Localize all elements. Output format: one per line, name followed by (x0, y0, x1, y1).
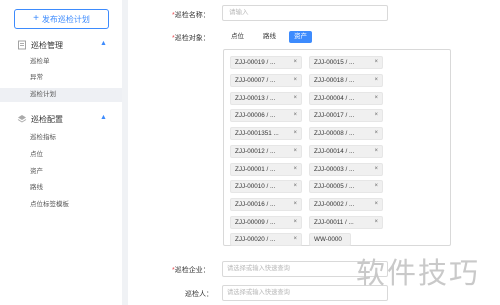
asset-tag: ZJJ-00009 / ... × (230, 216, 302, 229)
asset-tag: ZJJ-00008 / ... × (309, 127, 383, 140)
publish-plan-label: 发布巡检计划 (41, 14, 90, 24)
asset-tag: ZJJ-00017 / ... × (309, 109, 383, 122)
company-label: *巡检企业： (172, 267, 210, 274)
close-icon[interactable]: × (374, 199, 378, 210)
menu-group-inspection-config[interactable]: 巡检配置 ▲ (0, 110, 122, 128)
close-icon[interactable]: × (374, 57, 378, 68)
asset-tag: ZJJ-00020 / ... × (230, 233, 302, 246)
object-label: *巡检对象： (172, 35, 210, 42)
caret-up-icon: ▲ (100, 114, 107, 121)
asset-tag: ZJJ-00004 / ... × (309, 92, 383, 105)
active-item-highlight (0, 88, 122, 102)
asset-tag: ZJJ-00002 / ... × (309, 198, 383, 211)
menu-item-asset[interactable]: 资产 (30, 166, 43, 178)
document-icon (18, 40, 26, 50)
publish-plan-button[interactable]: + 发布巡检计划 (14, 9, 109, 29)
close-icon[interactable]: × (374, 110, 378, 121)
close-icon[interactable]: × (293, 217, 297, 228)
watermark-text: 软件技巧 (356, 256, 481, 290)
close-icon[interactable]: × (374, 217, 378, 228)
name-label: *巡检名称： (172, 12, 210, 19)
menu-item-point[interactable]: 点位 (30, 149, 43, 161)
close-icon[interactable]: × (293, 75, 297, 86)
menu-item-route[interactable]: 路线 (30, 182, 43, 194)
menu-group-label: 巡检配置 (31, 114, 63, 124)
close-icon[interactable]: × (374, 146, 378, 157)
asset-tag: ZJJ-00005 / ... × (309, 180, 383, 193)
close-icon[interactable]: × (374, 128, 378, 139)
asset-tag: ZJJ-00010 / ... × (230, 180, 302, 193)
person-label: 巡检人： (185, 291, 213, 298)
close-icon[interactable]: × (374, 75, 378, 86)
asset-tag: ZJJ-00012 / ... × (230, 145, 302, 158)
close-icon[interactable]: × (293, 110, 297, 121)
close-icon[interactable]: × (293, 199, 297, 210)
menu-item-point-label-template[interactable]: 点位标签模板 (30, 199, 69, 211)
menu-item-exception[interactable]: 异常 (30, 72, 43, 84)
close-icon[interactable]: × (293, 234, 297, 245)
menu-group-label: 巡检管理 (31, 40, 63, 50)
close-icon[interactable]: × (374, 93, 378, 104)
asset-tag: ZJJ-00003 / ... × (309, 163, 383, 176)
asset-tag: ZJJ-00001 / ... × (230, 163, 302, 176)
menu-group-inspection-management[interactable]: 巡检管理 ▲ (0, 36, 122, 54)
asset-tag: ZJJ-00019 / ... × (230, 56, 302, 69)
asset-tag: ZJJ-00007 / ... × (230, 74, 302, 87)
asset-tag-select[interactable]: ZJJ-00019 / ... × ZJJ-00015 / ... × ZJJ-00… (223, 49, 451, 246)
menu-item-inspection-plan[interactable]: 巡检计划 (30, 89, 56, 101)
close-icon[interactable]: × (374, 164, 378, 175)
asset-tag: WW-0000 (309, 233, 351, 246)
object-option-route[interactable]: 路线 (263, 31, 276, 43)
asset-tag: ZJJ-00015 / ... × (309, 56, 383, 69)
close-icon[interactable]: × (293, 128, 297, 139)
asset-tag: ZJJ-00018 / ... × (309, 74, 383, 87)
layers-icon (17, 115, 27, 123)
close-icon[interactable]: × (293, 181, 297, 192)
close-icon[interactable]: × (293, 164, 297, 175)
plus-icon: + (33, 13, 39, 24)
close-icon[interactable]: × (293, 146, 297, 157)
sidebar: + 发布巡检计划 巡检管理 ▲ 巡检单 异常 巡检计划 巡检配置 ▲ 巡检指标 … (0, 0, 122, 305)
close-icon[interactable]: × (293, 57, 297, 68)
close-icon[interactable]: × (293, 93, 297, 104)
close-icon[interactable]: × (374, 181, 378, 192)
menu-item-inspection-order[interactable]: 巡检单 (30, 56, 50, 68)
asset-tag: ZJJ-00013 / ... × (230, 92, 302, 105)
object-option-asset[interactable]: 资产 (289, 31, 312, 43)
asset-tag: ZJJ-00006 / ... × (230, 109, 302, 122)
menu-item-inspection-indicator[interactable]: 巡检指标 (30, 132, 56, 144)
asset-tag: ZJJ-0001351 ... × (230, 127, 302, 140)
object-option-point[interactable]: 点位 (231, 31, 244, 43)
asset-tag: ZJJ-00011 / ... × (309, 216, 383, 229)
asset-tag: ZJJ-00014 / ... × (309, 145, 383, 158)
inspection-name-input[interactable]: 请输入 (222, 5, 388, 21)
caret-up-icon: ▲ (100, 40, 107, 47)
asset-tag: ZJJ-00016 / ... × (230, 198, 302, 211)
